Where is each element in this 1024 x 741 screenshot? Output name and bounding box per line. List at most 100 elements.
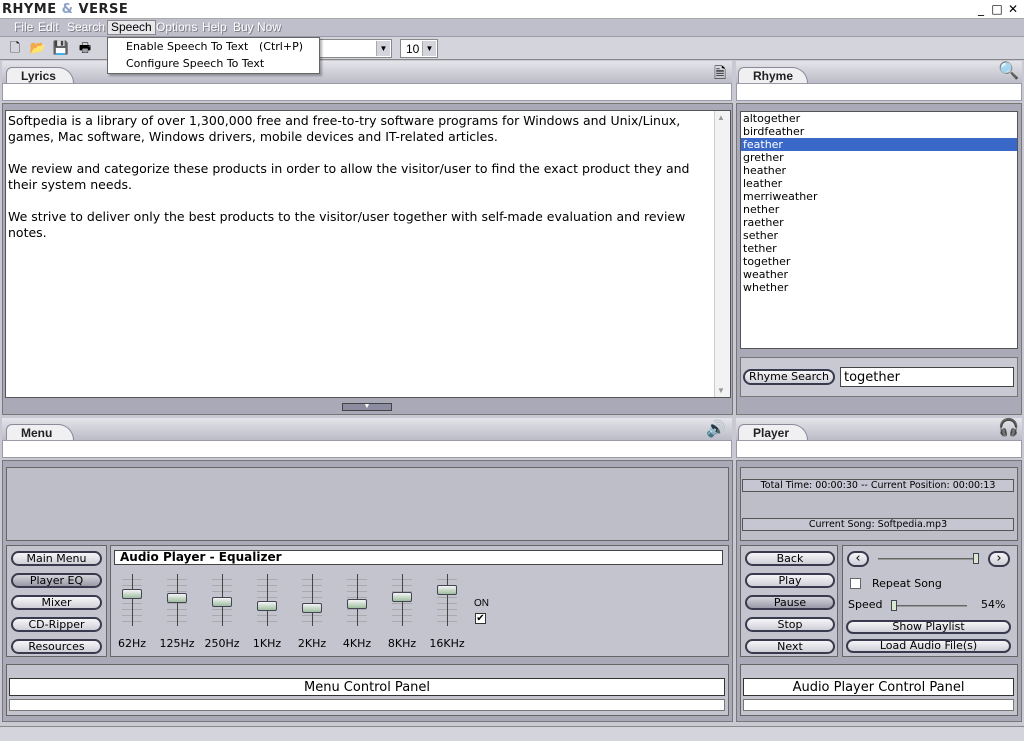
menu-button-resources[interactable]: Resources bbox=[11, 639, 102, 654]
stop-button[interactable]: Stop bbox=[745, 617, 835, 632]
tab-menu[interactable]: Menu bbox=[6, 424, 74, 440]
menu-button-mixer[interactable]: Mixer bbox=[11, 595, 102, 610]
headphones-icon[interactable]: 🎧 bbox=[998, 418, 1019, 438]
back-button[interactable]: Back bbox=[745, 551, 835, 566]
minimize-button[interactable]: _ bbox=[974, 3, 988, 16]
tab-player[interactable]: Player bbox=[738, 424, 808, 440]
rhyme-list-item[interactable]: raether bbox=[741, 216, 1017, 229]
speaker-icon[interactable]: 🔊 bbox=[706, 419, 726, 439]
menu-options[interactable]: Options bbox=[153, 21, 200, 36]
rhyme-list-item[interactable]: whether bbox=[741, 281, 1017, 294]
chevron-down-icon[interactable]: ▼ bbox=[422, 41, 436, 56]
rhyme-search-input[interactable] bbox=[840, 367, 1014, 387]
prev-arrow-button[interactable]: ‹ bbox=[847, 551, 869, 567]
speed-slider-knob[interactable] bbox=[891, 600, 897, 611]
open-folder-icon[interactable]: 📂 bbox=[29, 39, 47, 57]
rhyme-list-item[interactable]: altogether bbox=[741, 112, 1017, 125]
lyrics-text[interactable]: Softpedia is a library of over 1,300,000… bbox=[6, 111, 724, 397]
rhyme-list-item[interactable]: birdfeather bbox=[741, 125, 1017, 138]
menu-button-player-eq[interactable]: Player EQ bbox=[11, 573, 102, 588]
position-slider-track[interactable] bbox=[878, 558, 978, 560]
next-arrow-button[interactable]: › bbox=[988, 551, 1010, 567]
chevron-down-icon[interactable]: ▼ bbox=[376, 41, 390, 56]
eq-band-label: 2KHz bbox=[297, 637, 327, 650]
tab-lyrics[interactable]: Lyrics bbox=[6, 67, 74, 83]
font-size-select[interactable]: 10 ▼ bbox=[400, 39, 438, 58]
rhyme-list-item[interactable]: weather bbox=[741, 268, 1017, 281]
speed-value: 54% bbox=[981, 598, 1006, 611]
show-playlist-button[interactable]: Show Playlist bbox=[846, 620, 1011, 634]
lyrics-paragraph: Softpedia is a library of over 1,300,000… bbox=[8, 113, 681, 144]
eq-slider-knob-4khz[interactable] bbox=[347, 599, 367, 609]
eq-band-label: 1KHz bbox=[252, 637, 282, 650]
player-strip bbox=[736, 440, 1022, 458]
new-document-icon[interactable]: 🗋 bbox=[6, 39, 24, 57]
rhyme-panel-header: Rhyme 🔍 bbox=[736, 61, 1022, 83]
eq-slider-track[interactable] bbox=[447, 574, 448, 626]
eq-slider-knob-1khz[interactable] bbox=[257, 601, 277, 611]
lyrics-paragraph: We strive to deliver only the best produ… bbox=[8, 209, 686, 240]
eq-slider-knob-125hz[interactable] bbox=[167, 593, 187, 603]
close-button[interactable]: ✕ bbox=[1006, 3, 1020, 16]
save-icon[interactable]: 💾 bbox=[52, 39, 70, 57]
rhyme-list-item[interactable]: feather bbox=[741, 138, 1017, 151]
eq-slider-knob-8khz[interactable] bbox=[392, 592, 412, 602]
rhyme-list-item[interactable]: grether bbox=[741, 151, 1017, 164]
eq-slider-knob-250hz[interactable] bbox=[212, 597, 232, 607]
print-icon[interactable]: 🖶 bbox=[76, 39, 94, 57]
rhyme-strip bbox=[736, 83, 1022, 101]
speed-slider-track[interactable] bbox=[893, 605, 967, 607]
equalizer-title: Audio Player - Equalizer bbox=[114, 550, 723, 565]
menu-search[interactable]: Search bbox=[64, 21, 108, 36]
menu-button-cd-ripper[interactable]: CD-Ripper bbox=[11, 617, 102, 632]
rhyme-list-item[interactable]: together bbox=[741, 255, 1017, 268]
eq-slider-knob-16khz[interactable] bbox=[437, 585, 457, 595]
eq-band-label: 16KHz bbox=[429, 637, 465, 650]
eq-slider-track[interactable] bbox=[132, 574, 133, 626]
pause-button[interactable]: Pause bbox=[745, 595, 835, 610]
scroll-up-icon[interactable]: ▲ bbox=[717, 113, 725, 122]
magnifier-icon[interactable]: 🔍 bbox=[998, 61, 1019, 81]
lyrics-scrollbar[interactable]: ▲ ▼ bbox=[714, 111, 730, 397]
eq-slider-knob-2khz[interactable] bbox=[302, 603, 322, 613]
rhyme-list[interactable]: altogether birdfeather feather grether heath… bbox=[740, 111, 1018, 349]
menu-bar: File Edit Search Speech Options Help Buy… bbox=[0, 19, 1024, 37]
eq-band-label: 125Hz bbox=[159, 637, 195, 650]
play-button[interactable]: Play bbox=[745, 573, 835, 588]
repeat-song-checkbox[interactable] bbox=[850, 578, 861, 589]
lyrics-paragraph: We review and categorize these products … bbox=[8, 161, 690, 192]
shortcut-label: (Ctrl+P) bbox=[259, 40, 304, 53]
menu-item-enable-speech[interactable]: Enable Speech To Text (Ctrl+P) bbox=[126, 40, 303, 53]
menu-buy-now[interactable]: Buy Now bbox=[230, 21, 284, 36]
position-slider-knob[interactable] bbox=[973, 553, 979, 564]
rhyme-list-item[interactable]: heather bbox=[741, 164, 1017, 177]
rhyme-list-item[interactable]: nether bbox=[741, 203, 1017, 216]
collapse-handle[interactable]: ▼ bbox=[342, 403, 392, 411]
menu-help[interactable]: Help bbox=[199, 21, 230, 36]
maximize-button[interactable]: □ bbox=[990, 3, 1004, 16]
rhyme-list-item[interactable]: leather bbox=[741, 177, 1017, 190]
rhyme-list-item[interactable]: sether bbox=[741, 229, 1017, 242]
time-info: Total Time: 00:00:30 -- Current Position… bbox=[742, 479, 1014, 492]
rhyme-search-button[interactable]: Rhyme Search bbox=[743, 369, 835, 385]
rhyme-list-item[interactable]: merriweather bbox=[741, 190, 1017, 203]
menu-item-configure-speech[interactable]: Configure Speech To Text bbox=[126, 57, 264, 70]
eq-on-checkbox[interactable]: ✔ bbox=[475, 613, 486, 624]
next-button[interactable]: Next bbox=[745, 639, 835, 654]
eq-slider-track[interactable] bbox=[267, 574, 268, 626]
eq-slider-track[interactable] bbox=[312, 574, 313, 626]
menu-display-area bbox=[6, 467, 729, 541]
tab-rhyme[interactable]: Rhyme bbox=[738, 67, 808, 83]
speech-menu-dropdown: Enable Speech To Text (Ctrl+P) Configure … bbox=[107, 37, 320, 74]
rhyme-list-item[interactable]: tether bbox=[741, 242, 1017, 255]
menu-edit[interactable]: Edit bbox=[35, 21, 62, 36]
menu-speech[interactable]: Speech bbox=[107, 20, 156, 35]
menu-button-main-menu[interactable]: Main Menu bbox=[11, 551, 102, 566]
eq-slider-knob-62hz[interactable] bbox=[122, 589, 142, 599]
menu-file[interactable]: File bbox=[11, 21, 36, 36]
font-size-value: 10 bbox=[406, 42, 420, 56]
scroll-down-icon[interactable]: ▼ bbox=[717, 386, 725, 395]
eq-band-label: 250Hz bbox=[204, 637, 240, 650]
load-audio-button[interactable]: Load Audio File(s) bbox=[846, 639, 1011, 653]
repeat-song-label: Repeat Song bbox=[872, 577, 942, 590]
